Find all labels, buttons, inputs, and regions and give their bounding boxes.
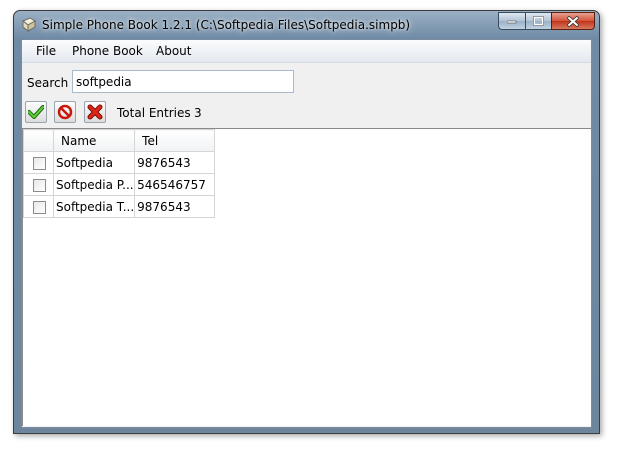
phone-table: Name Tel Softpedia 9876543 Softpedia P..… — [23, 129, 216, 218]
cell-tel[interactable]: 9876543 — [134, 151, 216, 174]
cancel-button[interactable] — [54, 101, 76, 123]
row-checkbox[interactable] — [33, 178, 46, 192]
menu-phone-book[interactable]: Phone Book — [72, 44, 143, 58]
menu-about[interactable]: About — [156, 44, 191, 58]
minimize-icon — [507, 20, 517, 24]
check-icon — [28, 105, 44, 119]
row-checkbox-cell — [23, 151, 54, 174]
menu-bar: File Phone Book About — [22, 40, 591, 63]
minimize-button[interactable] — [498, 12, 525, 30]
app-book-icon — [21, 17, 37, 33]
accept-button[interactable] — [25, 101, 47, 123]
table-row[interactable]: Softpedia T... 9876543 — [23, 195, 216, 218]
phone-table-area: Name Tel Softpedia 9876543 Softpedia P..… — [22, 128, 591, 426]
menu-file[interactable]: File — [36, 44, 56, 58]
cell-name[interactable]: Softpedia T... — [52, 195, 136, 218]
search-label: Search — [27, 76, 69, 90]
delete-icon — [87, 104, 103, 120]
maximize-button[interactable] — [525, 12, 551, 30]
maximize-icon — [533, 16, 544, 26]
close-window-button[interactable] — [551, 12, 595, 30]
cell-name[interactable]: Softpedia P... — [52, 173, 136, 196]
table-row[interactable]: Softpedia P... 546546757 — [23, 173, 216, 196]
window-title: Simple Phone Book 1.2.1 (C:\Softpedia Fi… — [42, 18, 411, 32]
row-checkbox[interactable] — [33, 156, 46, 170]
total-entries-value: 3 — [194, 106, 202, 120]
column-header-name[interactable]: Name — [52, 129, 136, 152]
select-column-header[interactable] — [23, 129, 54, 152]
cell-tel[interactable]: 9876543 — [134, 195, 216, 218]
app-window: Simple Phone Book 1.2.1 (C:\Softpedia Fi… — [13, 10, 600, 434]
row-checkbox-cell — [23, 173, 54, 196]
table-header-row: Name Tel — [23, 129, 216, 152]
cell-tel[interactable]: 546546757 — [134, 173, 216, 196]
cancel-icon — [57, 104, 73, 120]
row-checkbox[interactable] — [33, 200, 46, 214]
total-entries-label: Total Entries — [117, 106, 191, 120]
close-icon — [567, 15, 579, 27]
cell-name[interactable]: Softpedia — [52, 151, 136, 174]
client-area: File Phone Book About Search Total Entri… — [21, 39, 592, 428]
row-checkbox-cell — [23, 195, 54, 218]
search-input[interactable] — [72, 70, 294, 93]
window-controls — [498, 12, 595, 30]
column-header-tel[interactable]: Tel — [134, 129, 216, 152]
delete-button[interactable] — [84, 101, 106, 123]
table-row[interactable]: Softpedia 9876543 — [23, 151, 216, 174]
title-bar[interactable]: Simple Phone Book 1.2.1 (C:\Softpedia Fi… — [14, 11, 599, 39]
